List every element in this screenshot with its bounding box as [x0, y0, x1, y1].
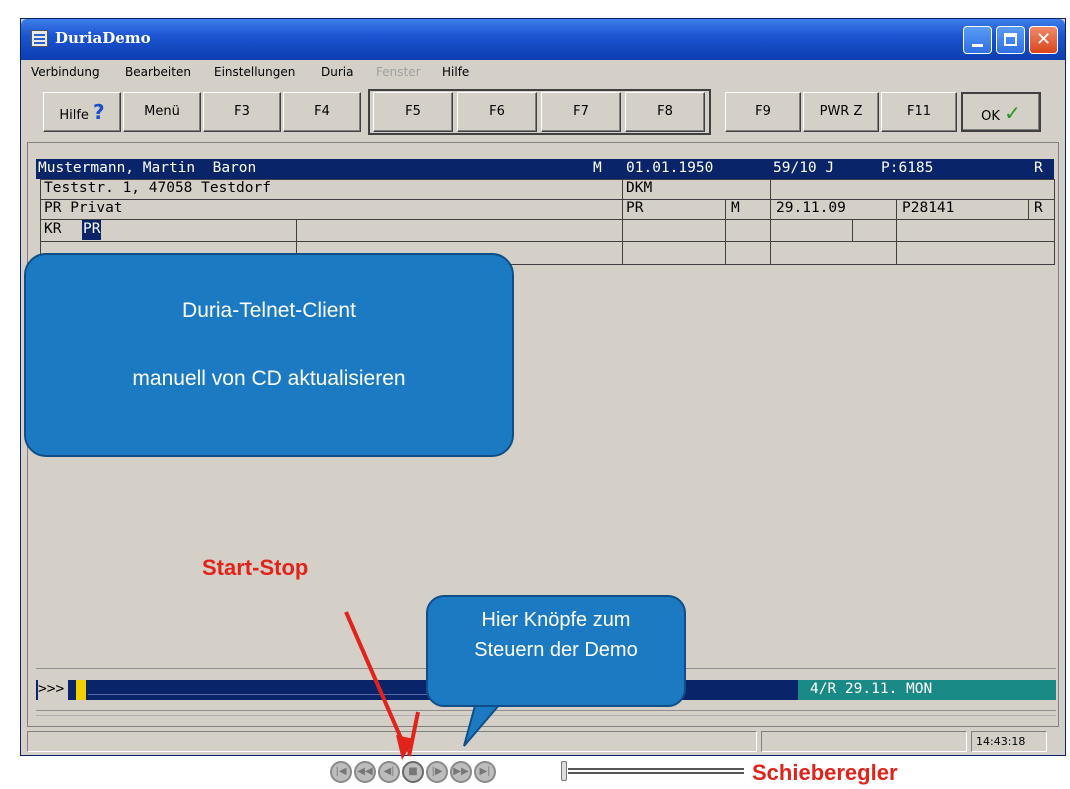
f6-button[interactable]: F6 [457, 92, 537, 132]
ok-button[interactable]: OK ✓ [961, 92, 1041, 132]
grid-line [40, 199, 1054, 200]
app-icon [31, 30, 48, 47]
insurance-code: PR [626, 200, 644, 216]
menu-einstellungen[interactable]: Einstellungen [214, 65, 295, 79]
insurance-date: 29.11.09 [776, 200, 846, 216]
grid-line [1028, 199, 1029, 219]
slider-handle[interactable] [561, 761, 567, 781]
insurance-number: P28141 [902, 200, 955, 216]
grid-line [36, 715, 1056, 716]
hilfe-label: Hilfe [59, 108, 89, 123]
f3-button[interactable]: F3 [203, 92, 281, 132]
grid-line [40, 179, 1054, 180]
patient-age: 59/10 J [773, 160, 835, 176]
address-code: DKM [626, 180, 653, 196]
start-stop-label: Start-Stop [202, 555, 309, 580]
menu-duria[interactable]: Duria [321, 65, 353, 79]
close-button[interactable]: ✕ [1029, 26, 1058, 54]
grid-line [40, 179, 41, 265]
menu-hilfe[interactable]: Hilfe [442, 65, 469, 79]
fast-forward-icon[interactable]: ▶▶ [450, 761, 472, 783]
title-bar[interactable]: DuriaDemo ✕ [21, 19, 1065, 60]
checkmark-icon: ✓ [1004, 101, 1021, 125]
patient-flag: R [1034, 160, 1043, 176]
rewind-icon[interactable]: ◀◀ [354, 761, 376, 783]
function-toolbar: Hilfe ? Menü F3 F4 F5 F6 F7 F8 F9 PWR Z … [25, 87, 1061, 139]
window-title: DuriaDemo [55, 29, 151, 47]
info-line-2: manuell von CD aktualisieren [132, 367, 406, 390]
info-box: Duria-Telnet-Client manuell von CD aktua… [24, 253, 514, 457]
menu-button[interactable]: Menü [123, 92, 201, 132]
slider-track[interactable] [568, 768, 744, 774]
patient-sex: M [593, 160, 602, 176]
f5-button[interactable]: F5 [373, 92, 453, 132]
maximize-button[interactable] [996, 26, 1025, 54]
status-panel [27, 731, 757, 752]
grid-line [1054, 179, 1055, 265]
insurance-flag: R [1034, 200, 1043, 216]
grid-line [852, 219, 853, 241]
patient-address: Teststr. 1, 47058 Testdorf [44, 180, 271, 196]
kr-label: KR [44, 221, 62, 237]
f7-button[interactable]: F7 [541, 92, 621, 132]
help-icon: ? [93, 100, 105, 124]
callout-bubble: Hier Knöpfe zum Steuern der Demo [426, 595, 686, 707]
callout-line-2: Steuern der Demo [474, 639, 638, 661]
back-icon[interactable]: ◀| [378, 761, 400, 783]
menu-bar: Verbindung Bearbeiten Einstellungen Duri… [21, 62, 1065, 84]
callout-line-1: Hier Knöpfe zum [481, 609, 631, 631]
kr-value-field[interactable]: PR [82, 220, 102, 240]
status-time: 14:43:18 [971, 731, 1047, 752]
menu-verbindung[interactable]: Verbindung [31, 65, 100, 79]
minimize-button[interactable] [963, 26, 992, 54]
status-bar: 14:43:18 [27, 729, 1059, 753]
grid-line [40, 219, 1054, 220]
forward-icon[interactable]: |▶ [426, 761, 448, 783]
grid-line [770, 179, 771, 265]
last-icon[interactable]: ▶| [474, 761, 496, 783]
grid-line [40, 241, 1054, 242]
grid-line [622, 179, 623, 265]
slider-label: Schieberegler [752, 760, 898, 785]
screenshot-frame: DuriaDemo ✕ Verbindung Bearbeiten Einste… [0, 0, 1070, 789]
grid-line [36, 710, 1056, 711]
patient-dob: 01.01.1950 [626, 160, 714, 176]
pwrz-button[interactable]: PWR Z [803, 92, 879, 132]
hilfe-button[interactable]: Hilfe ? [43, 92, 121, 132]
insurance-sex: M [731, 200, 740, 216]
patient-name: Mustermann, Martin Baron [38, 160, 257, 176]
insurance-label: PR Privat [44, 200, 123, 216]
date-status: 4/R 29.11. MON [798, 680, 1056, 700]
cursor [76, 680, 86, 700]
ok-label: OK [981, 109, 1000, 124]
f9-button[interactable]: F9 [725, 92, 801, 132]
status-panel [761, 731, 967, 752]
info-line-1: Duria-Telnet-Client [182, 299, 356, 322]
menu-fenster: Fenster [376, 65, 421, 79]
f11-button[interactable]: F11 [881, 92, 957, 132]
patient-number: P:6185 [881, 160, 934, 176]
command-prompt: >>> [38, 680, 69, 700]
menu-bearbeiten[interactable]: Bearbeiten [125, 65, 191, 79]
f8-button[interactable]: F8 [625, 92, 705, 132]
first-icon[interactable]: |◀ [330, 761, 352, 783]
grid-line [725, 199, 726, 265]
grid-line [896, 199, 897, 265]
f4-button[interactable]: F4 [283, 92, 361, 132]
start-stop-button[interactable]: ■ [402, 761, 424, 783]
